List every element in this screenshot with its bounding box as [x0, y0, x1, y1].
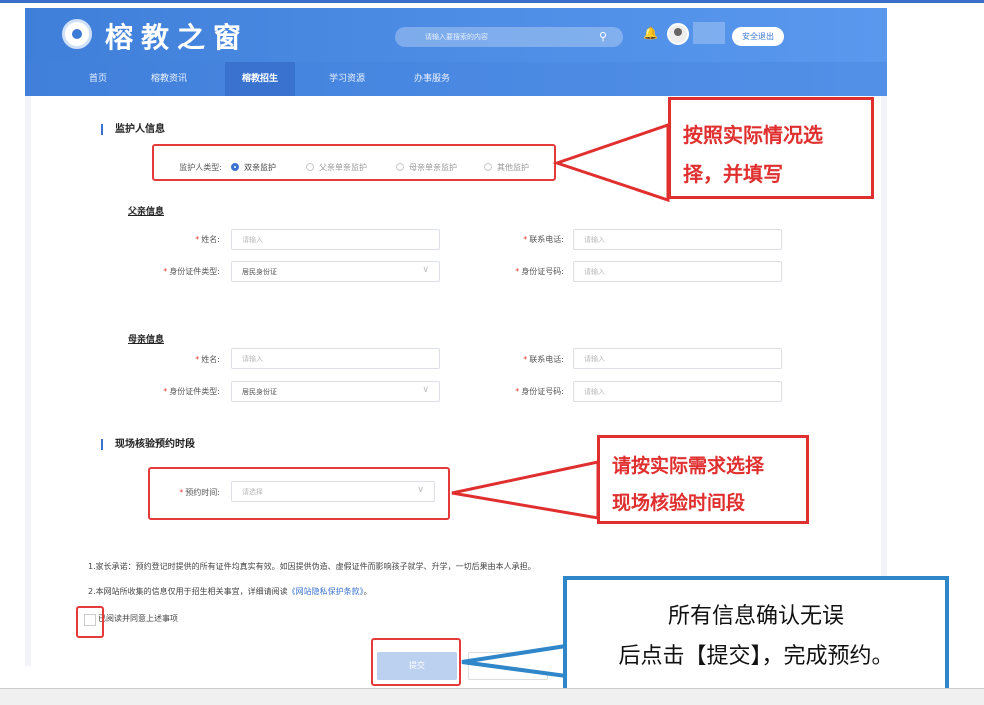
callout-submit: 所有信息确认无误 后点击【提交】，完成预约。	[563, 576, 949, 694]
annotation-box-submit	[371, 638, 461, 686]
annotation-box-appointment	[148, 467, 450, 520]
site-title: 榕教之窗	[105, 21, 250, 54]
notice-promise: 1.家长承诺：预约登记时提供的所有证件均真实有效。如因提供伪造、虚假证件而影响孩…	[88, 562, 536, 571]
mother-info-title: 母亲信息	[128, 335, 165, 345]
agree-checkbox-label[interactable]: 已阅读并同意上述事项	[98, 613, 178, 624]
father-phone-label: * 联系电话:	[523, 235, 564, 244]
browser-bottom-bar	[0, 688, 984, 705]
nav-item-home[interactable]: 首页	[75, 62, 121, 96]
section-title-appointment: 现场核验预约时段	[101, 439, 195, 450]
nav-item-news[interactable]: 榕教资讯	[137, 62, 201, 96]
privacy-policy-link[interactable]: 《网站隐私保护条款》	[288, 587, 364, 596]
mother-phone-input[interactable]: 请输入	[573, 348, 782, 369]
annotation-box-guardian-type	[152, 144, 556, 181]
chevron-down-icon: ∨	[422, 385, 429, 395]
page-gutter-left	[25, 96, 31, 666]
annotation-box-checkbox	[76, 606, 104, 638]
nav-item-resources[interactable]: 学习资源	[315, 62, 379, 96]
section-title-guardian: 监护人信息	[101, 124, 165, 135]
father-name-label: * 姓名:	[195, 235, 220, 244]
callout-appointment: 请按实际需求选择 现场核验时间段	[597, 435, 809, 524]
search-input[interactable]: 请输入要搜索的内容 ⚲	[395, 27, 623, 47]
search-placeholder: 请输入要搜索的内容	[425, 33, 488, 41]
callout-guardian: 按照实际情况选 择，并填写	[668, 97, 874, 199]
father-info-title: 父亲信息	[128, 207, 165, 217]
logout-button[interactable]: 安全退出	[732, 27, 784, 46]
username-redacted	[693, 22, 725, 44]
site-logo-icon[interactable]	[62, 19, 92, 49]
back-button[interactable]: 返回	[468, 652, 548, 680]
mother-id-number-label: * 身份证号码:	[515, 387, 564, 396]
notice-privacy: 2.本网站所收集的信息仅用于招生相关事宜，详细请阅读《网站隐私保护条款》。	[88, 587, 372, 596]
chevron-down-icon: ∨	[422, 265, 429, 275]
nav-item-services[interactable]: 办事服务	[400, 62, 464, 96]
mother-name-label: * 姓名:	[195, 355, 220, 364]
avatar[interactable]	[667, 23, 689, 45]
father-name-input[interactable]: 请输入	[231, 229, 440, 250]
mother-id-type-label: * 身份证件类型:	[163, 387, 220, 396]
nav-item-enrollment[interactable]: 榕教招生	[225, 62, 295, 96]
main-nav: 首页 榕教资讯 榕教招生 学习资源 办事服务	[25, 62, 887, 96]
father-id-type-label: * 身份证件类型:	[163, 267, 220, 276]
father-id-number-label: * 身份证号码:	[515, 267, 564, 276]
father-id-number-input[interactable]: 请输入	[573, 261, 782, 282]
mother-name-input[interactable]: 请输入	[231, 348, 440, 369]
mother-id-number-input[interactable]: 请输入	[573, 381, 782, 402]
search-icon[interactable]: ⚲	[599, 30, 607, 43]
bell-icon[interactable]: 🔔	[643, 26, 658, 40]
mother-phone-label: * 联系电话:	[523, 355, 564, 364]
top-accent-line	[0, 0, 984, 3]
father-phone-input[interactable]: 请输入	[573, 229, 782, 250]
mother-id-type-select[interactable]: 居民身份证 ∨	[231, 381, 440, 402]
father-id-type-select[interactable]: 居民身份证 ∨	[231, 261, 440, 282]
